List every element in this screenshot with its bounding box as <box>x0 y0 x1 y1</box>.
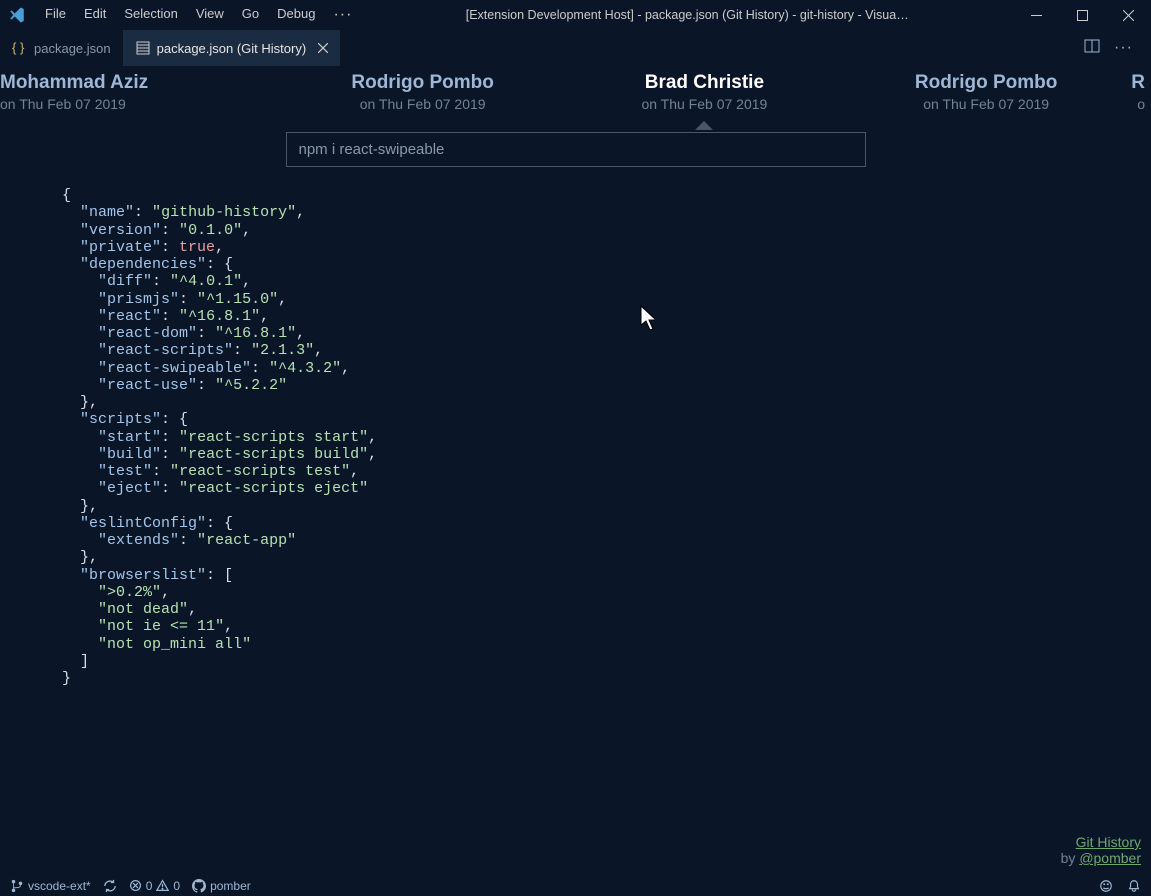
commit-date: on Thu Feb 07 2019 <box>564 96 846 112</box>
warning-count: 0 <box>173 879 180 893</box>
author-link[interactable]: @pomber <box>1079 850 1141 866</box>
sync-item[interactable] <box>103 879 117 893</box>
feedback-item[interactable] <box>1099 879 1113 893</box>
window-title: [Extension Development Host] - package.j… <box>361 8 1013 22</box>
tab-label: package.json (Git History) <box>157 41 307 56</box>
commit-item[interactable]: R o <box>1127 72 1151 112</box>
more-actions-icon[interactable]: ··· <box>1114 39 1133 57</box>
vscode-logo-icon <box>8 6 26 24</box>
tab-label: package.json <box>34 41 111 56</box>
commit-item[interactable]: Mohammad Aziz on Thu Feb 07 2019 <box>0 72 282 112</box>
menu-more-icon[interactable]: ··· <box>324 2 361 28</box>
code-view[interactable]: { "name": "github-history", "version": "… <box>0 167 1151 687</box>
attribution: Git History by @pomber <box>1061 834 1141 866</box>
commit-message-box: npm i react-swipeable <box>286 132 866 167</box>
main-menu: File Edit Selection View Go Debug ··· <box>36 2 361 28</box>
github-icon <box>192 879 206 893</box>
commit-date: o <box>1127 96 1145 112</box>
menu-edit[interactable]: Edit <box>75 2 115 28</box>
warning-icon <box>156 879 169 892</box>
commit-date: on Thu Feb 07 2019 <box>845 96 1127 112</box>
maximize-button[interactable] <box>1059 0 1105 30</box>
problems-item[interactable]: 0 0 <box>129 879 180 893</box>
minimize-button[interactable] <box>1013 0 1059 30</box>
commit-item-active[interactable]: Brad Christie on Thu Feb 07 2019 <box>564 72 846 112</box>
split-editor-icon[interactable] <box>1084 38 1100 59</box>
branch-name: vscode-ext* <box>28 879 91 893</box>
commit-author: Brad Christie <box>564 72 846 94</box>
by-label: by <box>1061 850 1080 866</box>
menu-selection[interactable]: Selection <box>115 2 186 28</box>
menu-debug[interactable]: Debug <box>268 2 324 28</box>
commit-date: on Thu Feb 07 2019 <box>282 96 564 112</box>
git-branch-icon <box>10 879 24 893</box>
tab-package-json-git-history[interactable]: package.json (Git History) <box>123 30 341 66</box>
error-icon <box>129 879 142 892</box>
bell-icon <box>1127 879 1141 893</box>
window-controls <box>1013 0 1151 30</box>
sync-icon <box>103 879 117 893</box>
close-tab-icon[interactable] <box>318 41 328 56</box>
commit-item[interactable]: Rodrigo Pombo on Thu Feb 07 2019 <box>845 72 1127 112</box>
preview-icon <box>135 40 151 56</box>
commit-author: Rodrigo Pombo <box>845 72 1127 94</box>
menu-go[interactable]: Go <box>233 2 268 28</box>
git-branch-item[interactable]: vscode-ext* <box>10 879 91 893</box>
commit-timeline: Mohammad Aziz on Thu Feb 07 2019 Rodrigo… <box>0 66 1151 122</box>
github-user: pomber <box>210 879 251 893</box>
status-bar: vscode-ext* 0 0 pomber <box>0 874 1151 896</box>
menu-view[interactable]: View <box>187 2 233 28</box>
title-bar: File Edit Selection View Go Debug ··· [E… <box>0 0 1151 30</box>
notifications-item[interactable] <box>1127 879 1141 893</box>
commit-author: Rodrigo Pombo <box>282 72 564 94</box>
menu-file[interactable]: File <box>36 2 75 28</box>
commit-date: on Thu Feb 07 2019 <box>0 96 282 112</box>
commit-author: R <box>1127 72 1145 94</box>
commit-item[interactable]: Rodrigo Pombo on Thu Feb 07 2019 <box>282 72 564 112</box>
editor-tabs: { } package.json package.json (Git Histo… <box>0 30 1151 66</box>
active-caret-icon <box>696 122 712 130</box>
close-button[interactable] <box>1105 0 1151 30</box>
json-file-icon: { } <box>12 40 28 56</box>
git-history-link[interactable]: Git History <box>1061 834 1141 850</box>
github-user-item[interactable]: pomber <box>192 879 251 893</box>
commit-author: Mohammad Aziz <box>0 72 282 94</box>
smiley-icon <box>1099 879 1113 893</box>
tab-package-json[interactable]: { } package.json <box>0 30 123 66</box>
error-count: 0 <box>146 879 153 893</box>
